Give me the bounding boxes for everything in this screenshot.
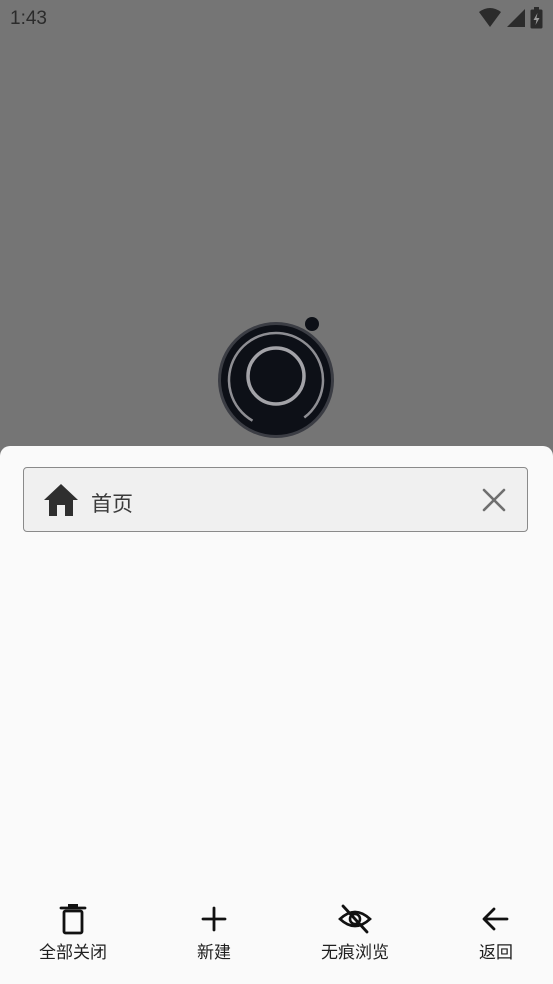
battery-charging-icon <box>530 7 543 29</box>
signal-icon <box>507 9 525 27</box>
camera-lens-icon <box>218 317 334 438</box>
close-all-label: 全部关闭 <box>39 943 107 963</box>
plus-icon <box>201 906 227 932</box>
status-time: 1:43 <box>10 8 47 29</box>
back-button[interactable]: 返回 <box>441 894 551 974</box>
eye-off-icon <box>338 904 372 934</box>
arrow-back-icon <box>482 907 509 931</box>
incognito-label: 无痕浏览 <box>321 943 389 963</box>
close-all-button[interactable]: 全部关闭 <box>18 894 128 974</box>
status-icons <box>478 7 543 29</box>
close-icon[interactable] <box>481 487 507 513</box>
back-label: 返回 <box>479 943 513 963</box>
incognito-button[interactable]: 无痕浏览 <box>300 894 410 974</box>
new-tab-label: 新建 <box>197 943 231 963</box>
status-bar: 1:43 <box>0 0 553 38</box>
bottom-action-bar: 全部关闭 新建 无痕浏览 返回 <box>0 894 553 984</box>
wifi-icon <box>479 8 501 27</box>
home-icon <box>44 484 78 516</box>
new-tab-button[interactable]: 新建 <box>159 894 269 974</box>
tab-card[interactable]: 首页 <box>23 467 528 532</box>
tab-title: 首页 <box>91 492 133 516</box>
tab-switcher-sheet: 首页 全部关闭 新建 无痕浏览 返回 <box>0 446 553 984</box>
trash-icon <box>59 904 87 935</box>
